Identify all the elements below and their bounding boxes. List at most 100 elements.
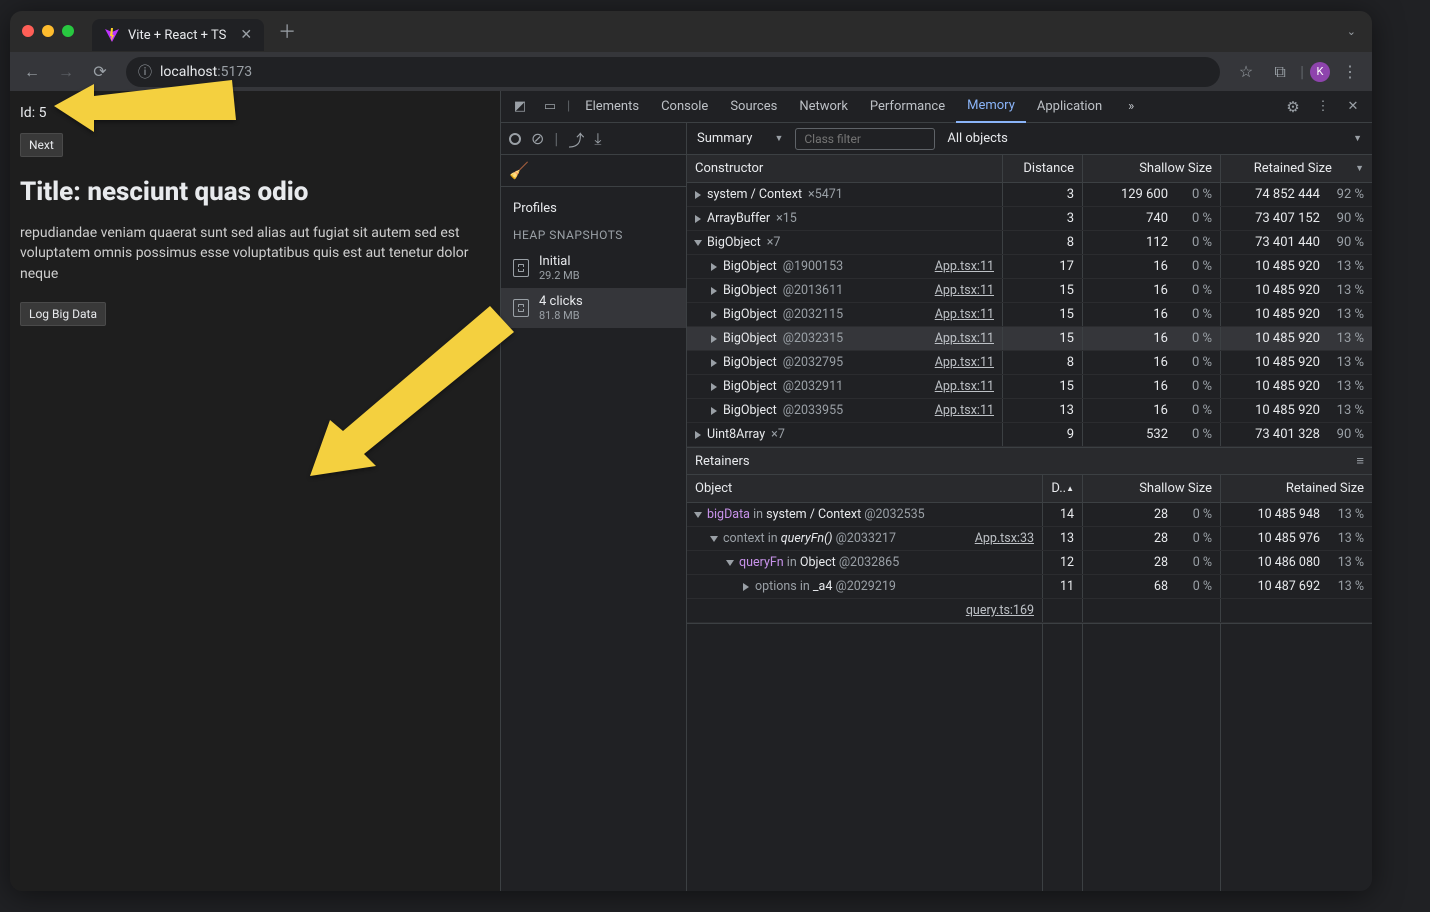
extensions-icon[interactable]: ⧉ [1266,58,1294,86]
download-icon[interactable]: ⤓ [594,129,601,149]
url-port: :5173 [217,64,252,80]
expand-icon[interactable] [743,583,749,591]
expand-icon[interactable] [711,263,717,271]
expand-icon[interactable] [711,359,717,367]
col-distance[interactable]: Distance [1003,155,1083,182]
filter-menu-icon[interactable]: ▼ [1353,133,1362,144]
heap-row[interactable]: BigObject@2033955App.tsx:1113160 %10 485… [687,399,1372,423]
more-tabs-icon[interactable]: » [1117,91,1145,123]
reload-button[interactable]: ⟳ [86,58,114,86]
col-ret-retained[interactable]: Retained Size [1221,475,1372,502]
expand-icon[interactable] [694,240,702,246]
expand-icon[interactable] [711,407,717,415]
source-link[interactable]: App.tsx:11 [935,307,994,322]
heap-row[interactable]: BigObject×781120 %73 401 44090 % [687,231,1372,255]
heap-row[interactable]: BigObject@2032315App.tsx:1115160 %10 485… [687,327,1372,351]
gc-icon[interactable]: 🧹 [509,161,529,180]
source-link[interactable]: App.tsx:11 [935,355,994,370]
devtools-tab-memory[interactable]: Memory [956,91,1026,123]
col-shallow[interactable]: Shallow Size [1083,155,1221,182]
heap-row[interactable]: BigObject@2032911App.tsx:1115160 %10 485… [687,375,1372,399]
snapshot-icon [513,299,529,317]
retainers-menu-icon[interactable]: ≡ [1356,453,1364,469]
devtools-tab-application[interactable]: Application [1026,91,1113,123]
expand-icon[interactable] [694,512,702,518]
expand-icon[interactable] [711,383,717,391]
snapshot-item[interactable]: 4 clicks81.8 MB [501,288,686,328]
url-bar[interactable]: ⓘ localhost:5173 [126,57,1220,87]
expand-icon[interactable] [711,311,717,319]
col-constructor[interactable]: Constructor [687,155,1003,182]
summary-dropdown[interactable]: Summary▼ [697,131,783,146]
address-bar-row: ← → ⟳ ⓘ localhost:5173 ☆ ⧉ | K ⋮ [10,51,1372,91]
profiles-label: Profiles [501,187,686,224]
col-d[interactable]: D..▲ [1043,475,1083,502]
heap-row[interactable]: BigObject@2032795App.tsx:118160 %10 485 … [687,351,1372,375]
forward-button[interactable]: → [52,58,80,86]
settings-icon[interactable]: ⚙ [1280,98,1306,116]
retainer-row[interactable]: queryFn in Object @203286512280 %10 486 … [687,551,1372,575]
devtools-tab-console[interactable]: Console [650,91,719,123]
close-tab-icon[interactable]: ✕ [240,27,252,43]
expand-icon[interactable] [710,536,718,542]
heap-snapshots-label: HEAP SNAPSHOTS [501,224,686,248]
browser-menu-icon[interactable]: ⋮ [1336,58,1364,86]
source-link[interactable]: App.tsx:11 [935,283,994,298]
new-tab-button[interactable]: ＋ [278,18,296,44]
close-window-icon[interactable] [22,25,34,37]
devtools-tab-network[interactable]: Network [788,91,859,123]
clear-icon[interactable]: ⊘ [531,129,544,148]
snapshot-item[interactable]: Initial29.2 MB [501,248,686,288]
source-link[interactable]: App.tsx:11 [935,379,994,394]
devtools-tab-elements[interactable]: Elements [574,91,650,123]
class-filter-input[interactable] [795,128,935,150]
window-menu-icon[interactable]: ⌄ [1347,25,1356,38]
browser-tab[interactable]: Vite + React + TS ✕ [92,19,264,51]
devtools-menu-icon[interactable]: ⋮ [1310,99,1336,114]
expand-icon[interactable] [695,191,701,199]
heap-row[interactable]: BigObject@2032115App.tsx:1115160 %10 485… [687,303,1372,327]
log-big-data-button[interactable]: Log Big Data [20,302,106,326]
expand-icon[interactable] [695,215,701,223]
source-link[interactable]: App.tsx:11 [935,259,994,274]
heap-row[interactable]: Uint8Array×795320 %73 401 32890 % [687,423,1372,447]
heap-table-header: Constructor Distance Shallow Size Retain… [687,155,1372,183]
bookmark-icon[interactable]: ☆ [1232,58,1260,86]
upload-icon[interactable]: ⤴ [568,127,584,151]
back-button[interactable]: ← [18,58,46,86]
minimize-window-icon[interactable] [42,25,54,37]
heap-row[interactable]: system / Context×54713129 6000 %74 852 4… [687,183,1372,207]
maximize-window-icon[interactable] [62,25,74,37]
col-object[interactable]: Object [687,475,1043,502]
next-button[interactable]: Next [20,133,63,157]
all-objects-dropdown[interactable]: All objects [947,131,1008,146]
devtools-tab-performance[interactable]: Performance [859,91,956,123]
device-toolbar-icon[interactable]: ▭ [537,99,563,114]
record-icon[interactable] [509,133,521,145]
col-ret-shallow[interactable]: Shallow Size [1083,475,1221,502]
devtools-tabstrip: ◩ ▭ | ElementsConsoleSourcesNetworkPerfo… [501,91,1372,123]
page-title: Title: nesciunt quas odio [20,177,490,207]
devtools: ◩ ▭ | ElementsConsoleSourcesNetworkPerfo… [500,91,1372,891]
expand-icon[interactable] [695,431,701,439]
col-retained[interactable]: Retained Size ▼ [1221,155,1372,182]
retainer-row[interactable]: context in queryFn() @2033217App.tsx:331… [687,527,1372,551]
source-link[interactable]: App.tsx:11 [935,331,994,346]
site-info-icon[interactable]: ⓘ [138,62,152,82]
retainer-row[interactable]: options in _a4 @202921911680 %10 487 692… [687,575,1372,599]
heap-row[interactable]: ArrayBuffer×1537400 %73 407 15290 % [687,207,1372,231]
source-link[interactable]: query.ts:169 [966,603,1034,618]
inspect-icon[interactable]: ◩ [507,99,533,114]
retainer-row[interactable]: bigData in system / Context @20325351428… [687,503,1372,527]
expand-icon[interactable] [726,560,734,566]
heap-row[interactable]: BigObject@2013611App.tsx:1115160 %10 485… [687,279,1372,303]
devtools-tab-sources[interactable]: Sources [719,91,788,123]
heap-row[interactable]: BigObject@1900153App.tsx:1117160 %10 485… [687,255,1372,279]
profile-avatar[interactable]: K [1310,62,1330,82]
retainer-row-link[interactable]: query.ts:169 [687,599,1372,623]
expand-icon[interactable] [711,287,717,295]
source-link[interactable]: App.tsx:33 [975,531,1034,546]
close-devtools-icon[interactable]: ✕ [1340,99,1366,114]
expand-icon[interactable] [711,335,717,343]
source-link[interactable]: App.tsx:11 [935,403,994,418]
